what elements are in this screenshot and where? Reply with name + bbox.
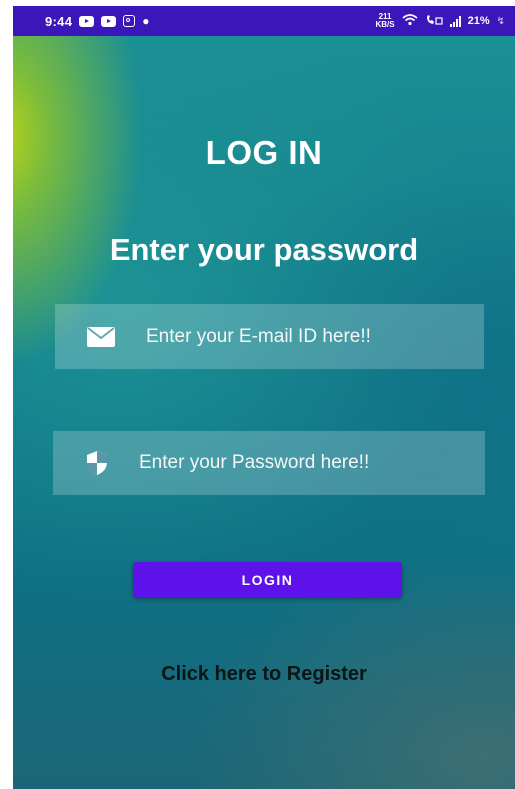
password-placeholder: Enter your Password here!! — [139, 452, 370, 473]
youtube-icon — [101, 15, 117, 27]
signal-icon — [449, 15, 461, 27]
network-speed-unit: KB/S — [375, 20, 395, 29]
phone-screen: 9:44 ● 211 KB/S 21% ↯ LOG IN Enter your … — [13, 6, 515, 789]
shield-icon — [85, 450, 109, 476]
battery-percent: 21% — [467, 15, 490, 27]
status-bar-left: 9:44 ● — [45, 14, 149, 29]
login-screen: LOG IN Enter your password Enter your E-… — [13, 36, 515, 789]
status-bar: 9:44 ● 211 KB/S 21% ↯ — [13, 6, 515, 36]
password-field[interactable]: Enter your Password here!! — [53, 431, 485, 495]
email-field[interactable]: Enter your E-mail ID here!! — [55, 304, 484, 369]
status-time: 9:44 — [45, 13, 73, 29]
volte-call-icon — [425, 14, 443, 29]
status-bar-right: 211 KB/S 21% ↯ — [375, 13, 505, 29]
instagram-icon — [123, 15, 136, 27]
email-placeholder: Enter your E-mail ID here!! — [146, 325, 371, 347]
app-icon: ● — [142, 14, 150, 28]
login-button[interactable]: LOGIN — [133, 562, 402, 597]
wifi-icon — [402, 13, 418, 29]
envelope-icon — [87, 326, 115, 347]
page-subtitle: Enter your password — [109, 232, 419, 267]
youtube-icon — [79, 15, 95, 27]
register-link[interactable]: Click here to Register — [13, 663, 515, 686]
network-speed: 211 KB/S — [375, 13, 394, 29]
battery-charging-icon: ↯ — [496, 15, 505, 27]
page-title: LOG IN — [205, 134, 323, 171]
